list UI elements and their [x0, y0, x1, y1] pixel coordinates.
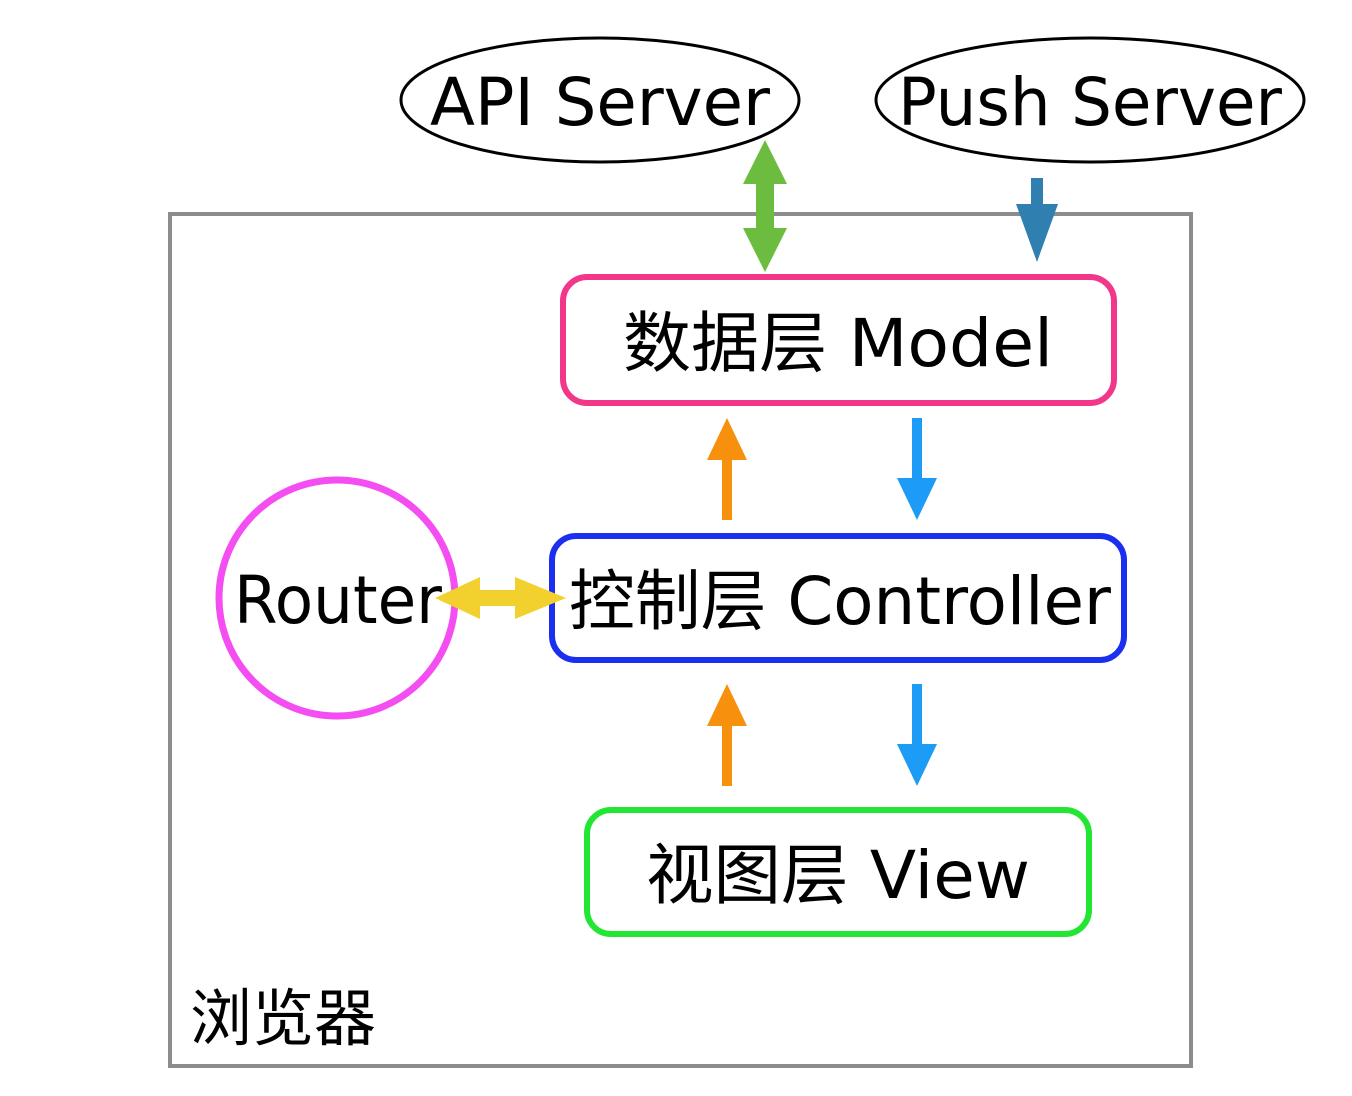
mvc-architecture-diagram: 浏览器 API Server Push Server 数据层 Model 控制层… [168, 36, 1306, 1068]
controller-to-model-arrow [707, 418, 747, 520]
api-server-label: API Server [430, 64, 771, 141]
controller-layer-label: 控制层 Controller [569, 563, 1112, 640]
router-label: Router [234, 562, 443, 639]
model-to-controller-arrow [897, 418, 937, 520]
model-layer-label: 数据层 Model [623, 305, 1053, 382]
push-to-model-arrow [1016, 178, 1058, 262]
view-to-controller-arrow [707, 684, 747, 786]
api-model-double-arrow [743, 140, 787, 272]
browser-label: 浏览器 [190, 982, 376, 1055]
view-layer-label: 视图层 View [646, 837, 1030, 914]
push-server-label: Push Server [898, 64, 1283, 141]
controller-to-view-arrow [897, 684, 937, 786]
